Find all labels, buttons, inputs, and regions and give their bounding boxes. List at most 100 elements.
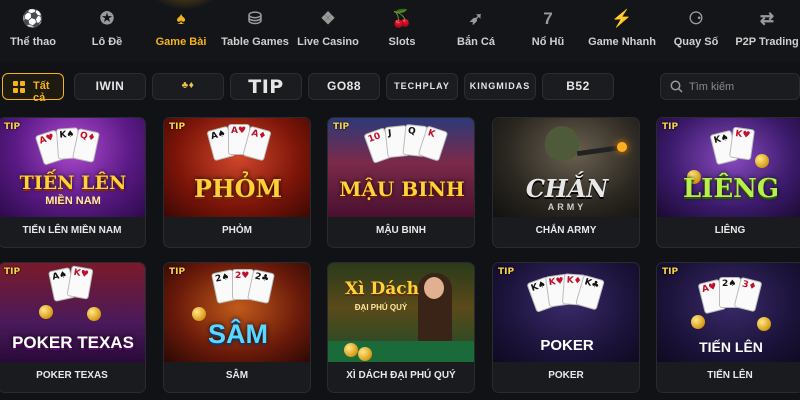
tab-game-nhanh[interactable]: ⚡ Game Nhanh	[586, 0, 658, 62]
tab-the-thao[interactable]: ⚽ Thể thao	[0, 0, 66, 62]
provider-badge: TIP	[169, 267, 186, 277]
game-art-title: LIÊNG	[682, 174, 780, 204]
provider-badge: TIP	[333, 122, 350, 132]
tip-logo: TIP	[248, 76, 284, 98]
game-art-subtitle: ĐẠI PHÚ QUÝ	[354, 303, 408, 312]
chan-army-art: CHẮN ARMY	[493, 118, 639, 217]
tien-len-art: A♥ K♠ Q♦ TIP TIẾN LÊN MIỀN NAM	[0, 118, 145, 217]
b52-logo: B52	[566, 79, 590, 93]
search-icon	[670, 80, 683, 93]
p2p-trading-icon: ⇄	[759, 9, 775, 28]
phom-art: A♠ A♥ A♦ TIP PHỎM	[164, 118, 310, 217]
tab-label: Game Bài	[155, 36, 207, 48]
game-art-title: POKER	[540, 337, 594, 354]
game-card-sam[interactable]: 2♠ 2♥ 2♣ TIP SÂM SÂM	[163, 262, 311, 393]
tab-ban-ca[interactable]: ➶ Bắn Cá	[448, 0, 504, 62]
filter-provider-kingmidas[interactable]: KINGMIDAS	[464, 73, 536, 100]
tab-table-games[interactable]: ⛁ Table Games	[220, 0, 290, 62]
tab-game-bai[interactable]: ♠ Game Bài	[148, 0, 214, 62]
lightning-icon: ⚡	[611, 9, 633, 28]
cherry-icon: 🍒	[391, 9, 413, 28]
filter-provider-iwin[interactable]: IWIN	[74, 73, 146, 100]
game-art-title: MẬU BINH	[339, 177, 465, 201]
game-title: TIẾN LÊN MIỀN NAM	[22, 225, 122, 236]
poker-art: K♠ K♥ K♦ K♣ TIP POKER	[493, 263, 639, 362]
tab-label: Lô Đề	[91, 36, 123, 48]
provider-badge: TIP	[662, 267, 679, 277]
fish-icon: ➶	[468, 9, 484, 28]
kingmidas-logo: KINGMIDAS	[469, 81, 531, 91]
game-art-title: CHẮN	[525, 174, 609, 203]
lieng-art: K♠ K♥ TIP LIÊNG	[657, 118, 800, 217]
game-title: CHẮN ARMY	[535, 225, 597, 236]
filter-all-label: Tất cả	[33, 80, 50, 104]
game-title: PHỎM	[222, 225, 252, 236]
tab-quay-so[interactable]: ⚆ Quay Số	[668, 0, 724, 62]
game-card-xi-dach-dai-phu-quy[interactable]: Xì Dách ĐẠI PHÚ QUÝ XÌ DÁCH ĐẠI PHÚ QUÝ	[327, 262, 475, 393]
game-card-lieng[interactable]: K♠ K♥ TIP LIÊNG LIÊNG	[656, 117, 800, 248]
tab-label: Quay Số	[673, 36, 719, 48]
filter-provider-tip-club[interactable]: ♣♦	[152, 73, 224, 100]
tip-club-logo: ♣♦	[181, 80, 195, 91]
cards-icon: ♠	[176, 9, 186, 28]
tab-label: Bắn Cá	[457, 36, 495, 48]
lottery-balls-icon: ⚆	[688, 9, 704, 28]
game-art-subtitle: ARMY	[547, 202, 587, 212]
search-input[interactable]	[689, 78, 794, 96]
grid-icon	[13, 81, 25, 93]
game-card-phom[interactable]: A♠ A♥ A♦ TIP PHỎM PHỎM	[163, 117, 311, 248]
techplay-logo: TECHPLAY	[394, 81, 450, 91]
tab-slots[interactable]: 🍒 Slots	[378, 0, 426, 62]
game-title: XÌ DÁCH ĐẠI PHÚ QUÝ	[346, 370, 456, 381]
game-art-title: Xì Dách	[344, 279, 420, 299]
tien-len-tip-art: A♥ 2♠ 3♦ TIP TIẾN LÊN	[657, 263, 800, 362]
seven-icon: 7	[543, 9, 553, 28]
game-art-subtitle: MIỀN NAM	[45, 195, 101, 207]
tab-label: Live Casino	[297, 36, 359, 48]
lottery-wheel-icon: ✪	[99, 9, 115, 28]
provider-badge: TIP	[4, 267, 21, 277]
tab-label: P2P Trading	[735, 36, 799, 48]
game-title: SÂM	[225, 370, 249, 381]
poker-texas-art: A♠ K♥ TIP POKER TEXAS	[0, 263, 145, 362]
game-card-mau-binh[interactable]: 10 J Q K TIP MẬU BINH MẬU BINH	[327, 117, 475, 248]
game-card-tien-len-mien-nam[interactable]: A♥ K♠ Q♦ TIP TIẾN LÊN MIỀN NAM TIẾN LÊN …	[0, 117, 146, 248]
tab-label: Thể thao	[10, 36, 56, 48]
provider-badge: TIP	[498, 267, 515, 277]
tab-p2p-trading[interactable]: ⇄ P2P Trading	[734, 0, 800, 62]
game-title: TIẾN LÊN	[707, 370, 753, 381]
filter-provider-techplay[interactable]: TECHPLAY	[386, 73, 458, 100]
game-card-tien-len[interactable]: A♥ 2♠ 3♦ TIP TIẾN LÊN TIẾN LÊN	[656, 262, 800, 393]
game-art-title: TIẾN LÊN	[699, 339, 763, 355]
tab-lo-de[interactable]: ✪ Lô Đề	[76, 0, 138, 62]
game-art-title: TIẾN LÊN	[19, 172, 127, 194]
go88-logo: GO88	[326, 79, 361, 93]
search-box	[660, 73, 800, 100]
diamond-icon: ❖	[320, 9, 336, 28]
filter-all[interactable]: Tất cả	[2, 73, 64, 104]
game-card-chan-army[interactable]: CHẮN ARMY CHẮN ARMY	[492, 117, 640, 248]
game-card-poker-texas[interactable]: A♠ K♥ TIP POKER TEXAS POKER TEXAS	[0, 262, 146, 393]
chips-icon: ⛁	[247, 9, 263, 28]
tab-live-casino[interactable]: ❖ Live Casino	[296, 0, 360, 62]
tab-no-hu[interactable]: 7 Nổ Hũ	[522, 0, 574, 62]
filter-provider-tip[interactable]: TIP	[230, 73, 302, 100]
filter-provider-b52[interactable]: B52	[542, 73, 614, 100]
xi-dach-art: Xì Dách ĐẠI PHÚ QUÝ	[328, 263, 474, 362]
provider-badge: TIP	[662, 122, 679, 132]
game-art-title: POKER TEXAS	[12, 333, 134, 352]
game-title: LIÊNG	[714, 225, 746, 236]
game-art-title: PHỎM	[193, 174, 283, 203]
game-card-poker[interactable]: K♠ K♥ K♦ K♣ TIP POKER POKER	[492, 262, 640, 393]
game-title: POKER	[548, 370, 584, 381]
provider-badge: TIP	[169, 122, 186, 132]
tab-label: Game Nhanh	[588, 36, 656, 48]
tab-label: Slots	[388, 36, 416, 48]
sam-art: 2♠ 2♥ 2♣ TIP SÂM	[164, 263, 310, 362]
soccer-ball-icon: ⚽	[22, 9, 44, 28]
provider-badge: TIP	[4, 122, 21, 132]
filter-provider-go88[interactable]: GO88	[308, 73, 380, 100]
mau-binh-art: 10 J Q K TIP MẬU BINH	[328, 118, 474, 217]
iwin-logo: IWIN	[95, 79, 125, 93]
game-title: MẬU BINH	[376, 225, 426, 236]
